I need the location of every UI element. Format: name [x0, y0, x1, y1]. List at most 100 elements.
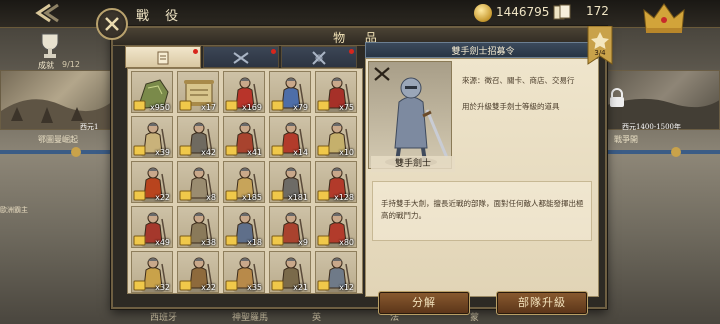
item-slot[interactable]: x10	[315, 116, 357, 158]
item-quantity: x14	[293, 148, 308, 157]
scroll-badge-icon	[271, 145, 284, 156]
notification-dot	[271, 49, 276, 54]
item-slot[interactable]: x185	[223, 161, 265, 203]
decompose-button[interactable]: 分解	[378, 291, 470, 315]
scroll-badge-icon	[225, 280, 238, 291]
item-slot[interactable]: x12	[315, 251, 357, 293]
item-slot[interactable]: x35	[223, 251, 265, 293]
scroll-badge-icon	[179, 280, 192, 291]
secondary-currency: 172	[586, 4, 609, 18]
scroll-badge-icon	[317, 145, 330, 156]
item-quantity: x22	[155, 193, 170, 202]
portrait-caption: 雙手劍士	[371, 156, 455, 172]
item-quantity: x41	[247, 148, 262, 157]
item-quantity: x32	[155, 283, 170, 292]
unit-upgrade-button[interactable]: 部隊升級	[496, 291, 588, 315]
screen-title: 戰 役	[136, 9, 185, 24]
scroll-badge-icon	[271, 235, 284, 246]
side-label: 歐洲霸主	[0, 206, 28, 214]
achievement-count: 9/12	[62, 60, 80, 69]
item-quantity: x17	[201, 103, 216, 112]
scroll-badge-icon	[317, 235, 330, 246]
crossed-axes-icon	[312, 51, 326, 65]
bottom-label[interactable]: 西班牙	[150, 310, 177, 323]
item-quantity: x35	[247, 283, 262, 292]
item-quantity: x8	[206, 193, 216, 202]
item-quantity: x18	[247, 238, 262, 247]
item-slot[interactable]: x32	[131, 251, 173, 293]
item-slot[interactable]: x49	[131, 206, 173, 248]
back-arrow-icon[interactable]	[30, 1, 60, 25]
item-slot[interactable]: x38	[177, 206, 219, 248]
item-quantity: x181	[287, 193, 308, 202]
detail-title-bar: 雙手劍士招募令	[365, 42, 599, 58]
scroll-badge-icon	[133, 190, 146, 201]
item-slot[interactable]: x9	[269, 206, 311, 248]
item-slot[interactable]: x79	[269, 71, 311, 113]
close-icon	[105, 17, 119, 31]
item-slot[interactable]: x17	[177, 71, 219, 113]
item-slot[interactable]: x22	[177, 251, 219, 293]
item-slot[interactable]: x39	[131, 116, 173, 158]
item-slot[interactable]: x18	[223, 206, 265, 248]
item-slot[interactable]: x22	[131, 161, 173, 203]
item-quantity: x39	[155, 148, 170, 157]
item-quantity: x185	[241, 193, 262, 202]
item-slot[interactable]: x14	[269, 116, 311, 158]
scroll-badge-icon	[225, 100, 238, 111]
scroll-badge-icon	[317, 100, 330, 111]
item-slot[interactable]: x75	[315, 71, 357, 113]
bottom-labels: 西班牙 神聖羅馬 英 法 蒙	[0, 310, 720, 324]
unit-portrait: 雙手劍士	[368, 61, 455, 172]
item-slot[interactable]: x42	[177, 116, 219, 158]
close-button[interactable]	[96, 8, 128, 40]
swords-icon	[233, 52, 249, 64]
item-slot[interactable]: x80	[315, 206, 357, 248]
crown-icon[interactable]	[640, 0, 688, 36]
item-quantity: x42	[201, 148, 216, 157]
scroll-badge-icon	[133, 145, 146, 156]
scene-left-caption: 鄂圖曼崛起	[38, 135, 78, 144]
item-slot[interactable]: x21	[269, 251, 311, 293]
scroll-badge-icon	[225, 190, 238, 201]
scroll-icon	[157, 51, 169, 65]
cards-icon	[553, 4, 571, 20]
item-usage: 用於升級雙手劍士等級的道具	[462, 102, 560, 111]
scroll-badge-icon	[179, 145, 192, 156]
tab-troops[interactable]	[281, 46, 357, 68]
scene-right-year: 西元1400-1500年	[622, 123, 681, 131]
item-slot[interactable]: x181	[269, 161, 311, 203]
notification-dot	[349, 49, 354, 54]
trophy-icon[interactable]	[34, 30, 66, 60]
item-quantity: x950	[149, 103, 170, 112]
item-quantity: x49	[155, 238, 170, 247]
scroll-badge-icon	[317, 190, 330, 201]
star-bookmark-icon[interactable]: 3/4	[586, 26, 614, 68]
scroll-badge-icon	[271, 100, 284, 111]
item-slot[interactable]: x128	[315, 161, 357, 203]
scene-left-year: 西元1	[80, 123, 99, 131]
scroll-badge-icon	[225, 145, 238, 156]
item-description: 手持雙手大劍，擅長近戰的部隊，面對任何敵人都能發揮出極高的戰鬥力。	[381, 199, 584, 220]
bottom-label[interactable]: 神聖羅馬	[232, 310, 268, 323]
item-slot[interactable]: x169	[223, 71, 265, 113]
item-slot[interactable]: x8	[177, 161, 219, 203]
notification-dot	[193, 49, 198, 54]
items-dialog: 物 品 x950 x17 x169 x79 x75 x39 x42 x41 x14 x10 x22 x…	[111, 26, 607, 315]
item-slot[interactable]: x950	[131, 71, 173, 113]
detail-title: 雙手劍士招募令	[451, 47, 515, 57]
gold-amount: 1446795	[496, 5, 550, 19]
item-quantity: x9	[298, 238, 308, 247]
item-source: 來源：徵召、關卡、商店、交易行	[462, 76, 575, 85]
scroll-badge-icon	[317, 280, 330, 291]
lock-icon	[610, 88, 624, 107]
item-slot[interactable]: x41	[223, 116, 265, 158]
bottom-label[interactable]: 英	[312, 310, 321, 323]
scroll-badge-icon	[133, 280, 146, 291]
tab-equipment[interactable]	[203, 46, 279, 68]
item-quantity: x79	[293, 103, 308, 112]
item-tabs	[125, 46, 365, 68]
tab-items[interactable]	[125, 46, 201, 68]
campaign-scene-ottoman[interactable]	[0, 70, 112, 130]
item-quantity: x21	[293, 283, 308, 292]
